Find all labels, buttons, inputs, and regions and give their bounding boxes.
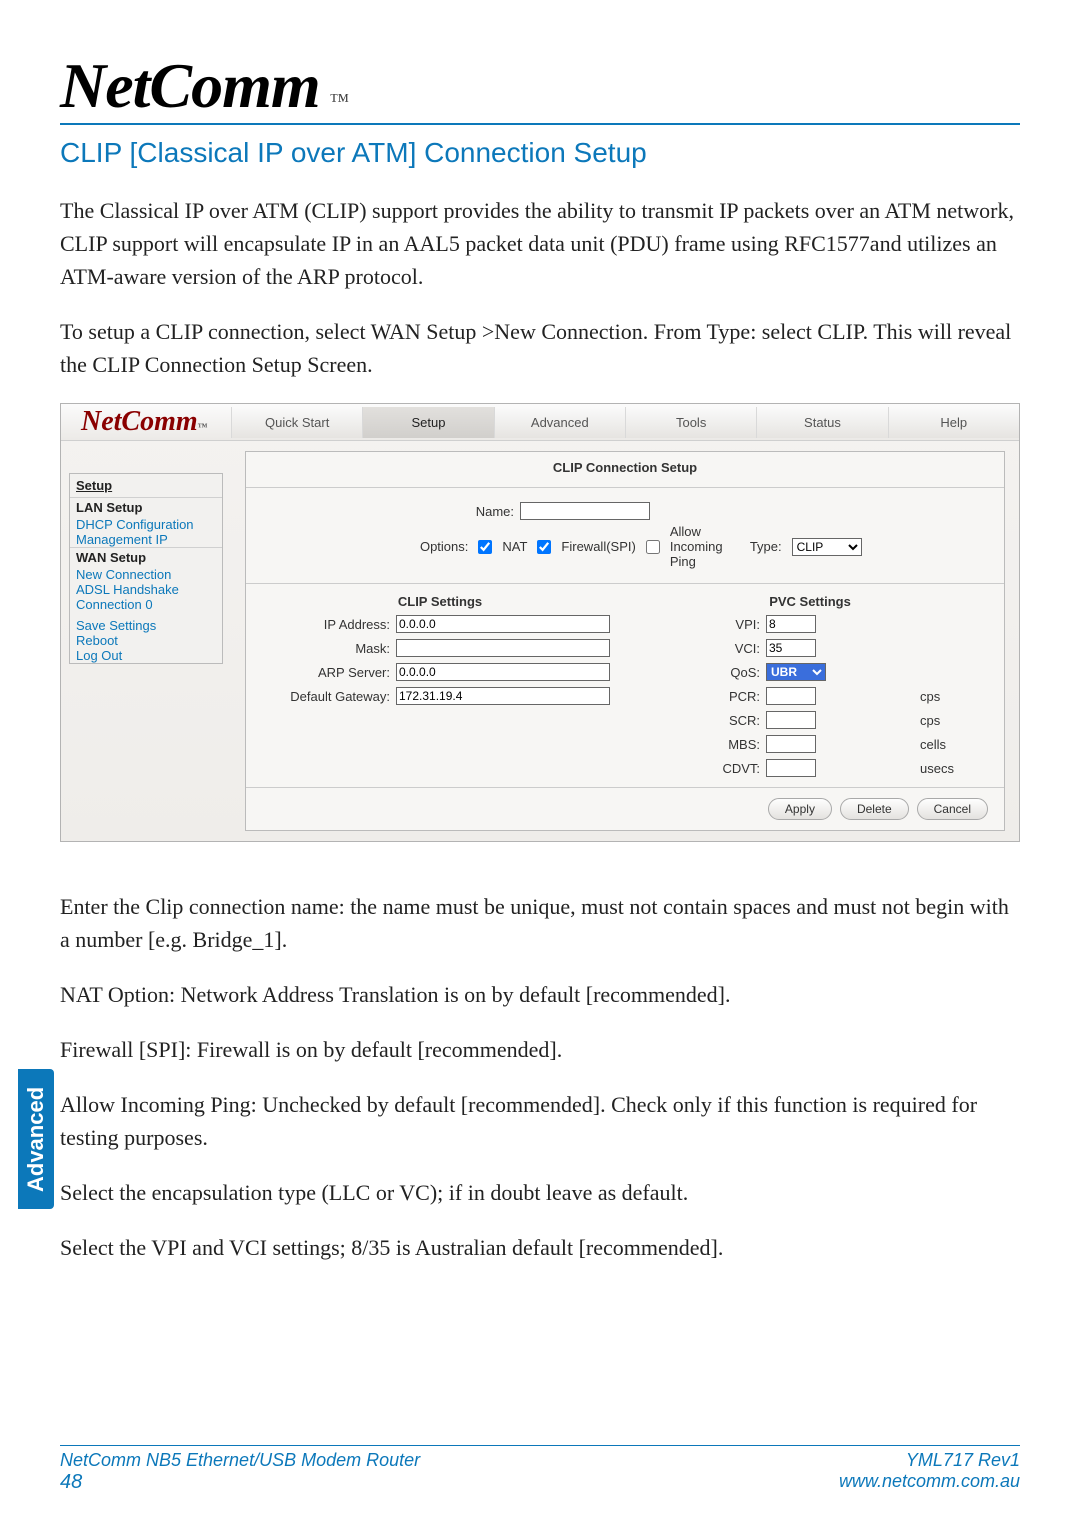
arp-label: ARP Server:	[270, 665, 390, 680]
scr-label: SCR:	[640, 713, 760, 728]
paragraph-5: Firewall [SPI]: Firewall is on by defaul…	[60, 1033, 1020, 1066]
vpi-input[interactable]	[766, 615, 816, 633]
pcr-unit: cps	[920, 689, 980, 704]
tab-setup[interactable]: Setup	[362, 407, 493, 438]
sidebar-group-lan: LAN Setup	[70, 497, 222, 517]
brand-header: NetComm ™	[60, 60, 1020, 125]
paragraph-8: Select the VPI and VCI settings; 8/35 is…	[60, 1231, 1020, 1264]
name-input[interactable]	[520, 502, 650, 520]
firewall-checkbox[interactable]	[537, 540, 551, 554]
mbs-label: MBS:	[640, 737, 760, 752]
sidebar-item-logout[interactable]: Log Out	[70, 648, 222, 663]
page-footer: NetComm NB5 Ethernet/USB Modem Router 48…	[60, 1445, 1020, 1494]
ip-label: IP Address:	[270, 617, 390, 632]
clip-settings-title: CLIP Settings	[270, 594, 610, 609]
apply-button[interactable]: Apply	[768, 798, 832, 820]
tab-bar: Quick Start Setup Advanced Tools Status …	[231, 407, 1019, 438]
panel-basic: Name: Options: NAT Firewall(SPI) Allow I…	[246, 488, 1004, 584]
qos-label: QoS:	[640, 665, 760, 680]
sidebar-item-reboot[interactable]: Reboot	[70, 633, 222, 648]
tab-status[interactable]: Status	[756, 407, 887, 438]
side-tab-advanced: Advanced	[18, 1069, 54, 1209]
qos-select[interactable]: UBR	[766, 663, 826, 681]
cancel-button[interactable]: Cancel	[917, 798, 988, 820]
tab-quick-start[interactable]: Quick Start	[231, 407, 362, 438]
cdvt-input[interactable]	[766, 759, 816, 777]
scr-unit: cps	[920, 713, 980, 728]
mask-label: Mask:	[270, 641, 390, 656]
footer-product: NetComm NB5 Ethernet/USB Modem Router	[60, 1450, 420, 1471]
clip-panel: CLIP Connection Setup Name: Options: NAT	[245, 451, 1005, 831]
nat-label: NAT	[502, 539, 527, 554]
page-number: 48	[60, 1471, 420, 1494]
ping-label: Allow Incoming Ping	[670, 524, 740, 569]
tab-help[interactable]: Help	[888, 407, 1019, 438]
panel-footer: Apply Delete Cancel	[246, 788, 1004, 830]
cdvt-label: CDVT:	[640, 761, 760, 776]
paragraph-6: Allow Incoming Ping: Unchecked by defaul…	[60, 1088, 1020, 1154]
type-select[interactable]: CLIP	[792, 538, 862, 556]
vci-input[interactable]	[766, 639, 816, 657]
sidebar-item-save-settings[interactable]: Save Settings	[70, 618, 222, 633]
pvc-settings-col: PVC Settings VPI: VCI: QoS: UBR PCR: c	[640, 594, 980, 777]
arp-input[interactable]	[396, 663, 610, 681]
main-pane: CLIP Connection Setup Name: Options: NAT	[231, 441, 1019, 841]
panel-settings: CLIP Settings IP Address: Mask: ARP Serv…	[246, 584, 1004, 788]
ip-input[interactable]	[396, 615, 610, 633]
brand-tm: ™	[330, 90, 350, 113]
sidebar-item-connection0[interactable]: Connection 0	[70, 597, 222, 612]
config-brand-tm: ™	[198, 422, 208, 433]
paragraph-3: Enter the Clip connection name: the name…	[60, 890, 1020, 956]
paragraph-2: To setup a CLIP connection, select WAN S…	[60, 315, 1020, 381]
mbs-unit: cells	[920, 737, 980, 752]
mbs-input[interactable]	[766, 735, 816, 753]
name-label: Name:	[404, 504, 514, 519]
firewall-label: Firewall(SPI)	[561, 539, 635, 554]
paragraph-7: Select the encapsulation type (LLC or VC…	[60, 1176, 1020, 1209]
pcr-label: PCR:	[640, 689, 760, 704]
footer-doc-rev: YML717 Rev1	[839, 1450, 1020, 1471]
ping-checkbox[interactable]	[646, 540, 660, 554]
cdvt-unit: usecs	[920, 761, 980, 776]
sidebar-item-dhcp[interactable]: DHCP Configuration	[70, 517, 222, 532]
tab-advanced[interactable]: Advanced	[494, 407, 625, 438]
footer-url[interactable]: www.netcomm.com.au	[839, 1471, 1020, 1492]
config-brand-name: NetComm	[81, 406, 198, 437]
vpi-label: VPI:	[640, 617, 760, 632]
pcr-input[interactable]	[766, 687, 816, 705]
type-label: Type:	[750, 539, 782, 554]
options-label: Options:	[388, 539, 468, 554]
sidebar-group-wan: WAN Setup	[70, 547, 222, 567]
sidebar-item-adsl-handshake[interactable]: ADSL Handshake	[70, 582, 222, 597]
clip-settings-col: CLIP Settings IP Address: Mask: ARP Serv…	[270, 594, 610, 777]
config-screenshot: NetComm™ Quick Start Setup Advanced Tool…	[60, 403, 1020, 842]
vci-label: VCI:	[640, 641, 760, 656]
sidebar-item-mgmt-ip[interactable]: Management IP	[70, 532, 222, 547]
paragraph-1: The Classical IP over ATM (CLIP) support…	[60, 194, 1020, 293]
gw-label: Default Gateway:	[270, 689, 390, 704]
panel-title: CLIP Connection Setup	[246, 452, 1004, 488]
sidebar-title: Setup	[70, 474, 222, 497]
delete-button[interactable]: Delete	[840, 798, 909, 820]
pvc-settings-title: PVC Settings	[640, 594, 980, 609]
sidebar-item-new-connection[interactable]: New Connection	[70, 567, 222, 582]
brand-logo: NetComm	[60, 60, 320, 111]
scr-input[interactable]	[766, 711, 816, 729]
paragraph-4: NAT Option: Network Address Translation …	[60, 978, 1020, 1011]
sidebar: Setup LAN Setup DHCP Configuration Manag…	[61, 441, 231, 841]
gw-input[interactable]	[396, 687, 610, 705]
section-title: CLIP [Classical IP over ATM] Connection …	[60, 137, 1020, 169]
nat-checkbox[interactable]	[478, 540, 492, 554]
config-header: NetComm™ Quick Start Setup Advanced Tool…	[61, 404, 1019, 441]
mask-input[interactable]	[396, 639, 610, 657]
config-brand: NetComm™	[61, 404, 231, 440]
sidebar-box: Setup LAN Setup DHCP Configuration Manag…	[69, 473, 223, 664]
tab-tools[interactable]: Tools	[625, 407, 756, 438]
